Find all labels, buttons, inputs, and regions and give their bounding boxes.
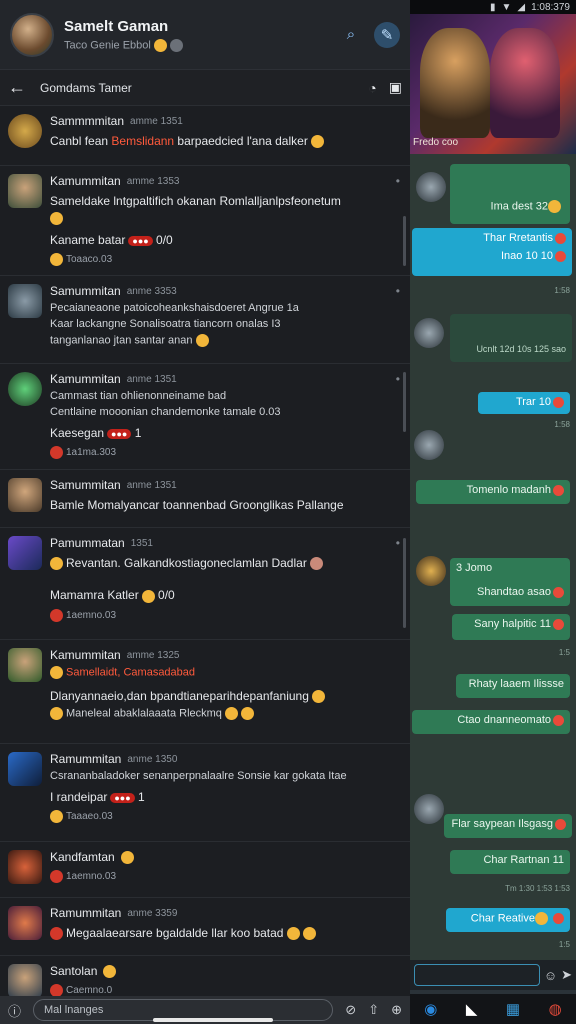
- more-icon[interactable]: •: [396, 174, 400, 188]
- scrollbar[interactable]: [403, 538, 406, 628]
- chat-bubble[interactable]: Ima dest 32: [450, 164, 570, 224]
- user-avatar: [8, 850, 42, 884]
- emoji-icon[interactable]: ☺: [544, 968, 557, 983]
- chat-bubble[interactable]: Char Rartnan 11: [450, 850, 570, 874]
- chat-bubble[interactable]: Char Reative: [446, 908, 570, 932]
- chat-list-panel: Samelt Gaman Taco Genie Ebbol ⌕ ✎ ← Gomd…: [0, 0, 410, 1024]
- game-icon[interactable]: ◍: [549, 1000, 562, 1018]
- list-item[interactable]: Ramummitan anme 3359 Megaalaearsare bgald…: [0, 898, 410, 956]
- user-avatar: [8, 174, 42, 208]
- scrollbar[interactable]: [403, 216, 406, 266]
- chat-bubble[interactable]: Trar 10: [478, 392, 570, 414]
- side-input-bar: ☺ ➤: [410, 960, 576, 990]
- banner-label: Fredo coo: [413, 137, 459, 148]
- user-avatar: [8, 536, 42, 570]
- signal-icon: ▮: [489, 1, 496, 13]
- sender-avatar: [414, 430, 444, 460]
- sender-avatar: [414, 794, 444, 824]
- info-icon[interactable]: ⓘ: [8, 1001, 21, 1020]
- list-item[interactable]: Kamummitan anme 1351 • Cammast tian ohlien…: [0, 364, 410, 470]
- app-header: Samelt Gaman Taco Genie Ebbol ⌕ ✎: [0, 0, 410, 70]
- user-avatar: [8, 906, 42, 940]
- sender-avatar: [416, 172, 446, 202]
- chat-bubble[interactable]: Ucnlt 12d 10s 125 sao: [450, 314, 572, 362]
- list-item[interactable]: Samummitan anme 3353 • Pecaianeaone patoic…: [0, 276, 410, 364]
- list-item[interactable]: Sammmmitan amme 1351 Canbl fean Bemslidan…: [0, 106, 410, 166]
- chat-messages[interactable]: Ima dest 32 Thar Rretantis Inao 10 10 1:5…: [410, 154, 576, 970]
- home-indicator: [153, 1018, 273, 1022]
- list-item[interactable]: Santolan Caemno.0: [0, 956, 410, 996]
- sub-header: ← Gomdams Tamer ◔ ▣: [0, 70, 410, 106]
- user-avatar: [8, 648, 42, 682]
- battery-icon: ◢: [517, 1, 526, 13]
- conversation-list[interactable]: Sammmmitan amme 1351 Canbl fean Bemslidan…: [0, 106, 410, 996]
- list-item[interactable]: Kamummitan amme 1325 Samellaidt, Camasada…: [0, 640, 410, 744]
- browser-icon[interactable]: ◉: [424, 1000, 437, 1018]
- chat-bubble[interactable]: Tomenlo madanh: [416, 480, 570, 504]
- guild-avatar: [8, 114, 42, 148]
- hero-image: [420, 28, 490, 138]
- subheader-label: Gomdams Tamer: [40, 80, 132, 95]
- chat-bubble[interactable]: Flar saypean Ilsgasg: [444, 814, 572, 838]
- user-avatar: [8, 372, 42, 406]
- media-icon[interactable]: ◣: [466, 1000, 478, 1018]
- list-item[interactable]: Kamummitan amme 1353 • Sameldake lntgpalti…: [0, 166, 410, 276]
- list-item-name: Sammmmitan: [50, 114, 125, 128]
- app-subtitle: Taco Genie Ebbol: [64, 38, 328, 52]
- profile-avatar[interactable]: [10, 12, 54, 57]
- hero-image: [490, 28, 560, 138]
- game-banner[interactable]: Fredo coo: [410, 14, 576, 154]
- side-message-input[interactable]: [414, 964, 540, 986]
- send-icon[interactable]: ➤: [561, 967, 572, 983]
- user-avatar: [8, 284, 42, 318]
- user-avatar: [8, 964, 42, 996]
- store-icon[interactable]: ▦: [506, 1000, 520, 1018]
- list-item-meta: amme 1351: [130, 115, 183, 127]
- chat-bubble[interactable]: Sany halpitic 11: [452, 614, 570, 640]
- compose-icon[interactable]: ✎: [374, 21, 400, 48]
- chat-bubble[interactable]: 3 Jomo Shandtao asao: [450, 558, 570, 606]
- inbox-icon[interactable]: ▣: [389, 79, 402, 96]
- list-item[interactable]: Kandfamtan 1aemno.03: [0, 842, 410, 898]
- search-icon[interactable]: ⌕: [338, 22, 364, 48]
- back-arrow-icon[interactable]: ←: [8, 77, 28, 98]
- list-item[interactable]: Samummitan anme 1351 Bamle Momalyancar to…: [0, 470, 410, 528]
- accessibility-icon[interactable]: ⊕: [391, 1002, 402, 1018]
- sender-avatar: [416, 556, 446, 586]
- chat-bubble[interactable]: Rhaty laaem Ilissse: [456, 674, 570, 698]
- upload-icon[interactable]: ⇧: [368, 1002, 379, 1018]
- chat-side-panel: Fredo coo Ima dest 32 Thar Rretantis Inao…: [410, 14, 576, 1024]
- reaction-label: Kaname batar: [50, 233, 126, 247]
- list-item-name: Kamummitan: [50, 174, 121, 188]
- user-avatar: [8, 752, 42, 786]
- sender-avatar: [414, 318, 444, 348]
- user-avatar: [8, 478, 42, 512]
- list-item[interactable]: Pamummatan 1351 • Revantan. Galkandkostiag…: [0, 528, 410, 640]
- scrollbar[interactable]: [403, 372, 406, 432]
- attach-icon[interactable]: ⊘: [345, 1002, 356, 1018]
- wifi-icon: ▼: [501, 1, 512, 13]
- app-title: Samelt Gaman: [64, 17, 169, 35]
- status-time: 1:08:379: [531, 1, 570, 13]
- list-item[interactable]: Ramummitan anme 1350 Csrananbaladoker sen…: [0, 744, 410, 842]
- app-dock: ◉ ◣ ▦ ◍: [410, 994, 576, 1024]
- chat-bubble[interactable]: Ctao dnanneomato: [412, 710, 570, 734]
- chat-bubble-icon[interactable]: ◔: [368, 80, 376, 96]
- status-bar: ▮ ▼ ◢ 1:08:379: [410, 0, 576, 14]
- chat-bubble[interactable]: Thar Rretantis Inao 10 10: [412, 228, 572, 276]
